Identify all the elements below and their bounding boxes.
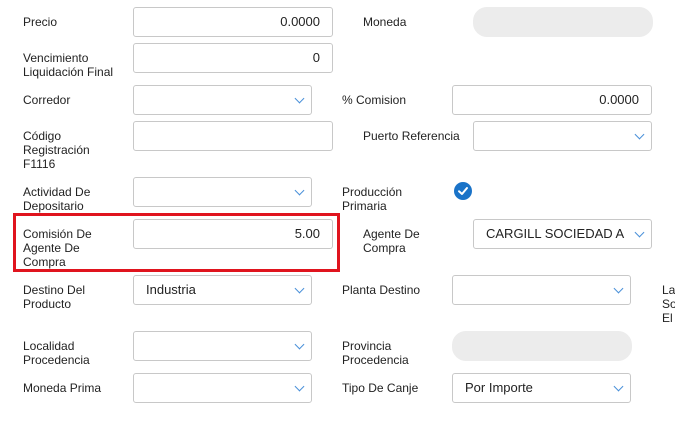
chevron-down-icon	[294, 381, 305, 392]
puerto-referencia-label: Puerto Referencia	[363, 129, 460, 143]
chevron-down-icon	[634, 129, 645, 140]
codigo-registracion-input[interactable]	[133, 121, 333, 151]
chevron-down-icon	[613, 381, 624, 392]
actividad-depositario-label: Actividad De Depositario	[23, 185, 91, 213]
moneda-prima-select[interactable]	[133, 373, 312, 403]
comision-agente-label: Comisión De Agente De Compra	[23, 227, 92, 269]
precio-input[interactable]: 0.0000	[133, 7, 333, 37]
chevron-down-icon	[294, 93, 305, 104]
moneda-prima-label: Moneda Prima	[23, 381, 102, 395]
tipo-canje-value: Por Importe	[465, 380, 533, 395]
planta-destino-label: Planta Destino	[342, 283, 421, 297]
chevron-down-icon	[294, 283, 305, 294]
agente-compra-select[interactable]: CARGILL SOCIEDAD A	[473, 219, 652, 249]
puerto-referencia-select[interactable]	[473, 121, 652, 151]
truncated-label: La So El	[662, 283, 675, 325]
actividad-depositario-select[interactable]	[133, 177, 312, 207]
chevron-down-icon	[634, 227, 645, 238]
chevron-down-icon	[613, 283, 624, 294]
produccion-primaria-label: Producción Primaria	[342, 185, 403, 213]
checkmark-icon	[458, 187, 468, 195]
tipo-canje-label: Tipo De Canje	[342, 381, 419, 395]
precio-label: Precio	[23, 15, 58, 29]
localidad-procedencia-label: Localidad Procedencia	[23, 339, 90, 367]
pct-comision-input[interactable]: 0.0000	[452, 85, 652, 115]
localidad-procedencia-select[interactable]	[133, 331, 312, 361]
moneda-field	[473, 7, 653, 37]
chevron-down-icon	[294, 339, 305, 350]
corredor-select[interactable]	[133, 85, 312, 115]
pct-comision-label: % Comision	[342, 93, 407, 107]
chevron-down-icon	[294, 185, 305, 196]
destino-producto-select[interactable]: Industria	[133, 275, 312, 305]
vencimiento-input[interactable]: 0	[133, 43, 333, 73]
destino-producto-label: Destino Del Producto	[23, 283, 86, 311]
tipo-canje-select[interactable]: Por Importe	[452, 373, 631, 403]
agente-compra-label: Agente De Compra	[363, 227, 420, 255]
destino-producto-value: Industria	[146, 282, 196, 297]
vencimiento-label: Vencimiento Liquidación Final	[23, 51, 114, 79]
provincia-procedencia-label: Provincia Procedencia	[342, 339, 409, 367]
moneda-label: Moneda	[363, 15, 407, 29]
provincia-procedencia-field	[452, 331, 632, 361]
produccion-primaria-checkbox[interactable]	[454, 182, 472, 200]
codigo-registracion-label: Código Registración F1116	[23, 129, 90, 171]
agente-compra-value: CARGILL SOCIEDAD A	[486, 226, 625, 241]
planta-destino-select[interactable]	[452, 275, 631, 305]
comision-agente-input[interactable]: 5.00	[133, 219, 333, 249]
corredor-label: Corredor	[23, 93, 71, 107]
